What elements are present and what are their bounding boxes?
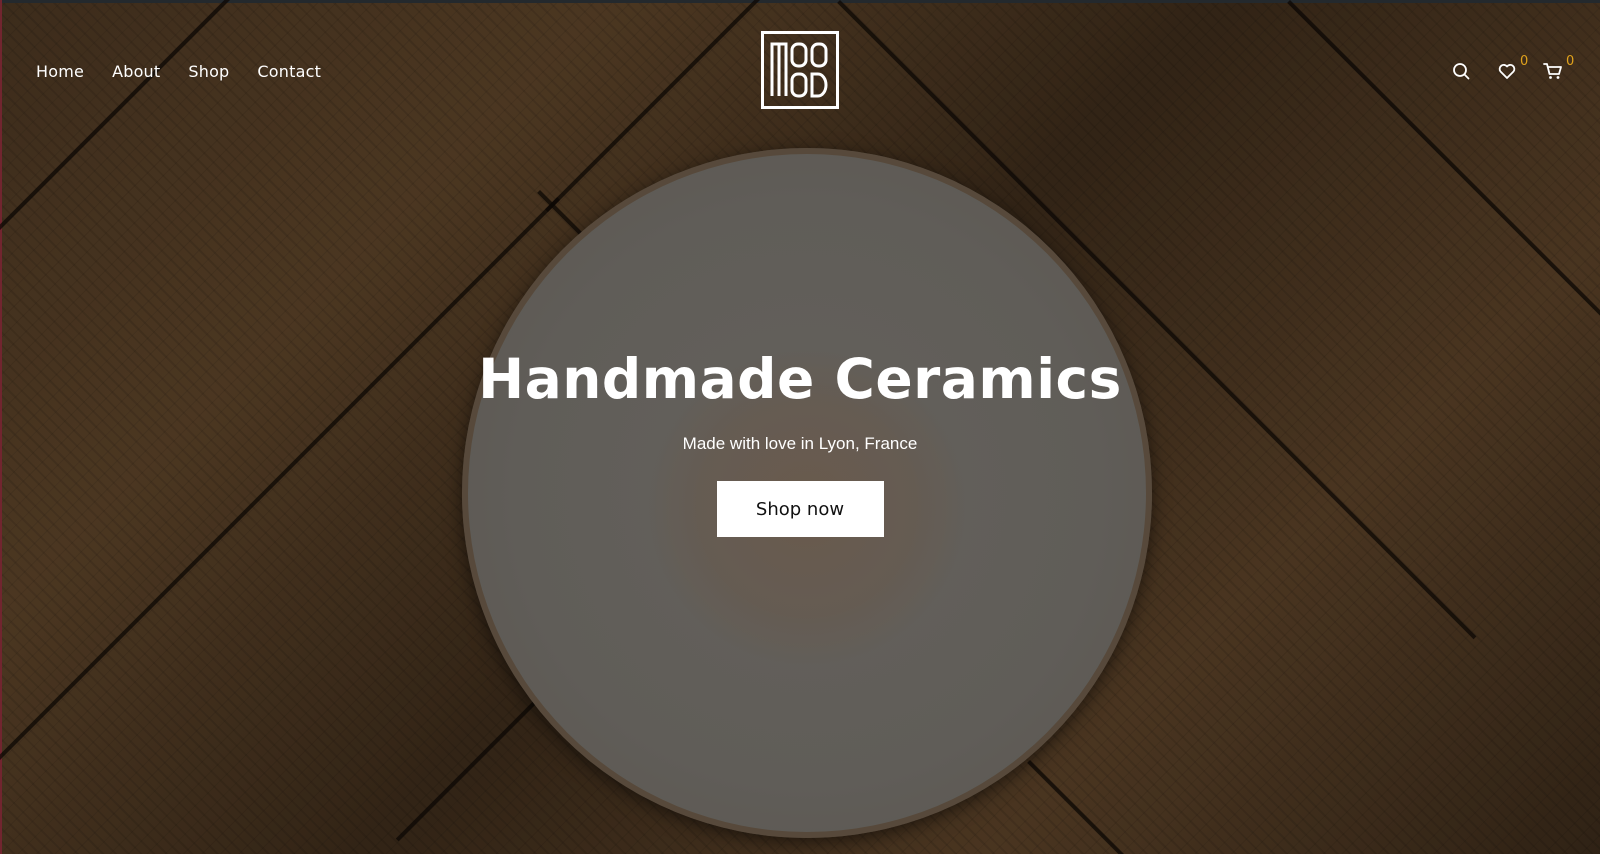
nav-home-link[interactable]: Home (36, 62, 84, 81)
hero-content: Handmade Ceramics Made with love in Lyon… (0, 345, 1600, 537)
mood-logo-mark (770, 42, 828, 98)
shop-now-button[interactable]: Shop now (716, 481, 884, 537)
search-icon (1453, 63, 1470, 80)
nav-shop-link[interactable]: Shop (188, 62, 229, 81)
main-nav: Home About Shop Contact (36, 62, 321, 81)
brand-logo[interactable] (761, 31, 839, 109)
nav-about-link[interactable]: About (112, 62, 160, 81)
hero-section: Home About Shop Contact 0 0 Handmade Cer… (0, 0, 1600, 854)
heart-icon (1498, 64, 1516, 79)
cart-button[interactable]: 0 (1542, 54, 1574, 82)
nav-contact-link[interactable]: Contact (257, 62, 321, 81)
hero-title: Handmade Ceramics (478, 347, 1122, 411)
cart-icon (1543, 63, 1562, 79)
cart-count-badge: 0 (1566, 54, 1575, 69)
wishlist-button[interactable]: 0 (1496, 54, 1528, 82)
hero-subtitle: Made with love in Lyon, France (682, 434, 918, 453)
wishlist-count-badge: 0 (1520, 54, 1529, 69)
header-actions: 0 0 (1450, 54, 1574, 82)
search-button[interactable] (1450, 60, 1472, 82)
